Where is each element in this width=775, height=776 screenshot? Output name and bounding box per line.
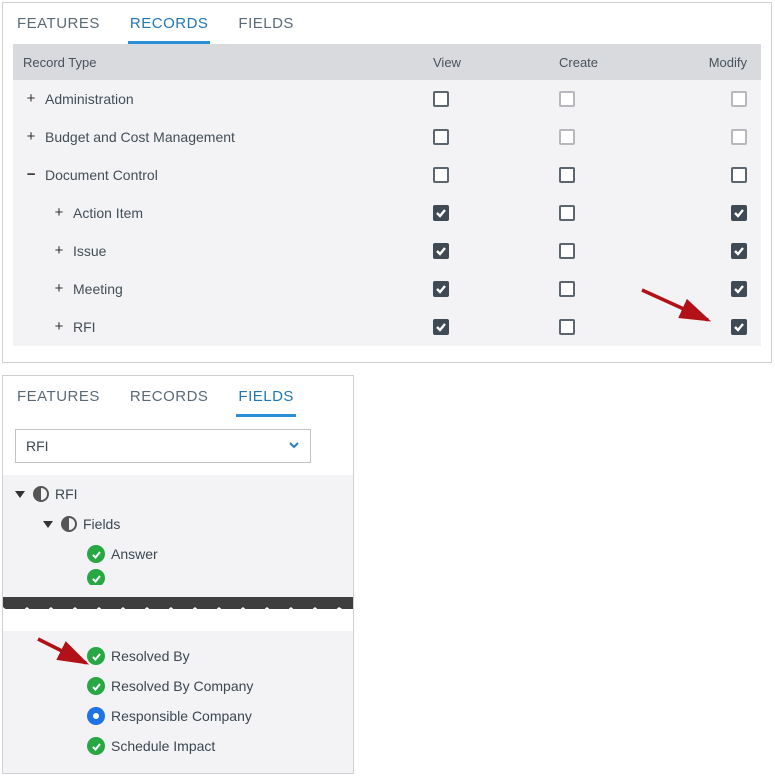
checkbox-modify xyxy=(731,91,747,107)
check-circle-icon xyxy=(87,677,105,695)
tree-leaf[interactable]: Resolved By Company xyxy=(15,671,341,701)
partial-icon xyxy=(33,486,49,502)
checkbox-modify[interactable] xyxy=(731,167,747,183)
grid-header: Record Type View Create Modify xyxy=(13,44,761,80)
tabs-bar-2: FEATURES RECORDS FIELDS xyxy=(3,376,353,417)
checkbox-create[interactable] xyxy=(559,319,575,335)
row-label: Document Control xyxy=(45,167,158,183)
row-label: Meeting xyxy=(73,281,123,297)
tree-leaf[interactable]: Answer xyxy=(15,539,341,569)
tree-node-rfi[interactable]: RFI xyxy=(15,479,341,509)
row-label: Budget and Cost Management xyxy=(45,129,235,145)
expand-icon[interactable]: + xyxy=(23,91,39,108)
tear-divider-icon xyxy=(3,597,353,631)
partial-icon xyxy=(61,516,77,532)
tree-leaf[interactable]: Schedule Impact xyxy=(15,731,341,761)
checkbox-view[interactable] xyxy=(433,205,449,221)
row-label: Administration xyxy=(45,91,134,107)
checkbox-create xyxy=(559,129,575,145)
tree-leaf[interactable] xyxy=(15,569,341,585)
node-label: RFI xyxy=(55,486,78,502)
eye-icon xyxy=(87,707,105,725)
row-label: Action Item xyxy=(73,205,143,221)
node-label: Answer xyxy=(111,546,158,562)
checkbox-view[interactable] xyxy=(433,319,449,335)
node-label: Resolved By Company xyxy=(111,678,253,694)
select-value: RFI xyxy=(26,438,49,454)
checkbox-create[interactable] xyxy=(559,281,575,297)
row-label: Issue xyxy=(73,243,106,259)
tab-records[interactable]: RECORDS xyxy=(128,384,211,417)
checkbox-create[interactable] xyxy=(559,243,575,259)
permissions-grid: Record Type View Create Modify + Adminis… xyxy=(13,44,761,346)
checkbox-modify[interactable] xyxy=(731,243,747,259)
tab-features[interactable]: FEATURES xyxy=(15,11,102,44)
checkbox-view[interactable] xyxy=(433,91,449,107)
table-row: + RFI xyxy=(13,308,761,346)
table-row: + Administration xyxy=(13,80,761,118)
tab-features[interactable]: FEATURES xyxy=(15,384,102,417)
tabs-bar-1: FEATURES RECORDS FIELDS xyxy=(3,3,771,44)
check-circle-icon xyxy=(87,647,105,665)
tab-records[interactable]: RECORDS xyxy=(128,11,211,44)
check-circle-icon xyxy=(87,545,105,563)
table-row: − Document Control xyxy=(13,156,761,194)
checkbox-view[interactable] xyxy=(433,281,449,297)
records-panel: FEATURES RECORDS FIELDS Record Type View… xyxy=(2,2,772,363)
table-row: + Issue xyxy=(13,232,761,270)
record-type-select[interactable]: RFI xyxy=(15,429,311,463)
fields-tree: RFI Fields Answer xyxy=(3,475,353,597)
row-label: RFI xyxy=(73,319,96,335)
expand-icon[interactable]: + xyxy=(23,129,39,146)
table-row: + Budget and Cost Management xyxy=(13,118,761,156)
expand-icon[interactable]: + xyxy=(51,281,67,298)
collapse-icon[interactable]: − xyxy=(23,167,39,184)
checkbox-create[interactable] xyxy=(559,167,575,183)
expand-icon[interactable]: + xyxy=(51,205,67,222)
tree-leaf-responsible-company[interactable]: Responsible Company xyxy=(15,701,341,731)
check-circle-icon xyxy=(87,569,105,585)
tree-leaf[interactable]: Resolved By xyxy=(15,641,341,671)
table-row: + Meeting xyxy=(13,270,761,308)
checkbox-view[interactable] xyxy=(433,167,449,183)
col-create: Create xyxy=(559,55,685,70)
check-circle-icon xyxy=(87,737,105,755)
node-label: Resolved By xyxy=(111,648,190,664)
tree-node-fields[interactable]: Fields xyxy=(15,509,341,539)
tab-fields[interactable]: FIELDS xyxy=(236,11,296,44)
checkbox-modify[interactable] xyxy=(731,205,747,221)
checkbox-view[interactable] xyxy=(433,129,449,145)
chevron-down-icon xyxy=(288,438,300,454)
checkbox-create[interactable] xyxy=(559,205,575,221)
checkbox-modify xyxy=(731,129,747,145)
node-label: Schedule Impact xyxy=(111,738,215,754)
checkbox-view[interactable] xyxy=(433,243,449,259)
fields-tree-continued: Resolved By Resolved By Company Responsi… xyxy=(3,631,353,773)
node-label: Fields xyxy=(83,516,120,532)
checkbox-modify[interactable] xyxy=(731,319,747,335)
col-modify: Modify xyxy=(685,55,751,70)
checkbox-create xyxy=(559,91,575,107)
checkbox-modify[interactable] xyxy=(731,281,747,297)
node-label: Responsible Company xyxy=(111,708,252,724)
table-row: + Action Item xyxy=(13,194,761,232)
expand-icon[interactable]: + xyxy=(51,243,67,260)
tab-fields[interactable]: FIELDS xyxy=(236,384,296,417)
collapse-icon[interactable] xyxy=(43,521,53,528)
collapse-icon[interactable] xyxy=(15,491,25,498)
fields-panel: FEATURES RECORDS FIELDS RFI RFI Fields A… xyxy=(2,375,354,774)
col-view: View xyxy=(433,55,559,70)
expand-icon[interactable]: + xyxy=(51,319,67,336)
col-record-type: Record Type xyxy=(23,55,433,70)
